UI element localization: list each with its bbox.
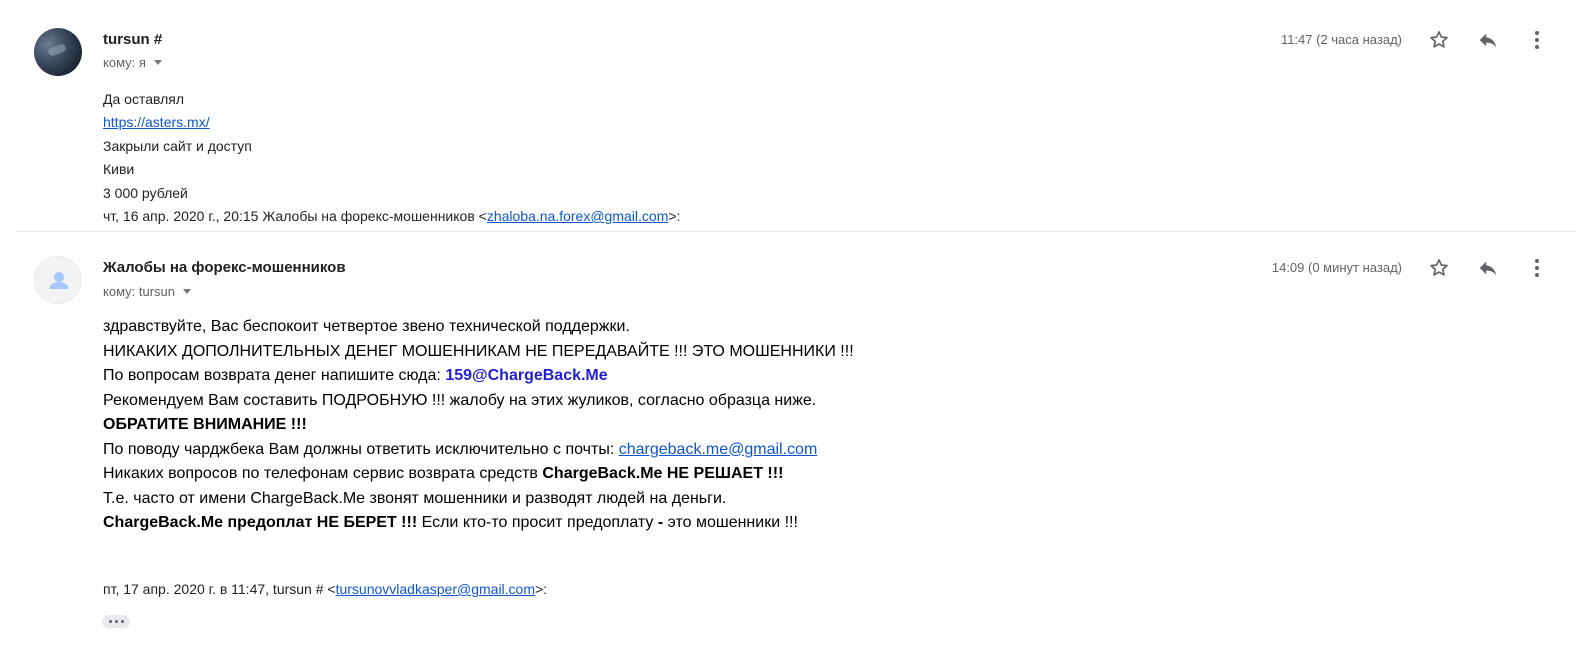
- body-text: это мошенники !!!: [663, 514, 798, 531]
- quote-header: чт, 16 апр. 2020 г., 20:15 Жалобы на фор…: [103, 208, 680, 224]
- avatar-photo-detail: [47, 43, 67, 57]
- sender-avatar[interactable]: [34, 256, 82, 304]
- body-line: По вопросам возврата денег напишите сюда…: [103, 364, 854, 389]
- person-icon: [49, 272, 69, 289]
- body-text: По поводу чарджбека Вам должны ответить …: [103, 440, 619, 458]
- message-body: здравствуйте, Вас беспокоит четвертое зв…: [103, 315, 854, 536]
- body-line: здравствуйте, Вас беспокоит четвертое зв…: [103, 318, 630, 335]
- recipient-dropdown[interactable]: кому: я: [103, 55, 162, 70]
- body-line: Да оставлял: [103, 91, 185, 107]
- more-options-button[interactable]: [1523, 254, 1551, 282]
- star-button[interactable]: [1425, 254, 1453, 282]
- body-line: По поводу чарджбека Вам должны ответить …: [103, 438, 854, 463]
- body-bold-text: ChargeBack.Me предоплат НЕ БЕРЕТ !!!: [103, 514, 418, 531]
- body-line: Никаких вопросов по телефонам сервис воз…: [103, 462, 854, 487]
- reply-icon: [1479, 261, 1497, 276]
- message-time: 14:09 (0 минут назад): [1271, 260, 1402, 275]
- body-line: https://asters.mx/: [103, 111, 252, 134]
- quote-header-prefix: пт, 17 апр. 2020 г. в 11:47, tursun # <: [103, 581, 336, 597]
- quote-header-prefix: чт, 16 апр. 2020 г., 20:15 Жалобы на фор…: [103, 208, 487, 224]
- reply-icon: [1479, 33, 1497, 48]
- reply-button[interactable]: [1474, 254, 1502, 282]
- quote-header-suffix: >:: [668, 208, 681, 224]
- body-bold-text: ChargeBack.Me НЕ РЕШАЕТ !!!: [542, 465, 784, 482]
- show-trimmed-content-icon: [120, 620, 124, 623]
- quote-email-link[interactable]: tursunovvladkasper@gmail.com: [336, 581, 535, 597]
- quote-header: пт, 17 апр. 2020 г. в 11:47, tursun # <t…: [103, 581, 547, 597]
- message-divider: [16, 231, 1576, 232]
- sender-avatar[interactable]: [34, 28, 82, 76]
- show-trimmed-content-button[interactable]: [102, 615, 130, 628]
- body-text: Если кто-то просит предоплату: [417, 514, 658, 531]
- sender-name[interactable]: Жалобы на форекс-мошенников: [103, 259, 346, 276]
- quote-header-suffix: >:: [535, 581, 548, 597]
- star-icon: [1430, 259, 1448, 276]
- recipient-label: кому: tursun: [103, 284, 176, 299]
- show-trimmed-content-icon: [108, 620, 112, 623]
- body-line: НИКАКИХ ДОПОЛНИТЕЛЬНЫХ ДЕНЕГ МОШЕННИКАМ …: [103, 342, 854, 360]
- show-trimmed-content-icon: [114, 620, 118, 623]
- body-line: Рекомендуем Вам составить ПОДРОБНУЮ !!! …: [103, 391, 817, 409]
- body-text: Никаких вопросов по телефонам сервис воз…: [103, 465, 543, 482]
- star-icon: [1430, 31, 1448, 48]
- more-vert-icon: [1535, 31, 1539, 49]
- chevron-down-icon: [153, 60, 162, 65]
- body-line: Закрыли сайт и доступ: [103, 137, 252, 154]
- recipient-dropdown[interactable]: кому: tursun: [103, 284, 192, 299]
- more-options-button[interactable]: [1523, 26, 1551, 54]
- recipient-label: кому: я: [103, 55, 146, 70]
- reply-button[interactable]: [1474, 26, 1502, 54]
- star-button[interactable]: [1425, 26, 1453, 54]
- support-email: 159@ChargeBack.Me: [445, 367, 608, 384]
- message-body: Да оставлял https://asters.mx/ Закрыли с…: [103, 88, 252, 205]
- body-line: Киви: [103, 161, 135, 178]
- sender-name[interactable]: tursun #: [103, 31, 162, 48]
- body-line: Т.е. часто от имени ChargeBack.Me звонят…: [103, 489, 727, 507]
- body-line-attention: ОБРАТИТЕ ВНИМАНИЕ !!!: [103, 416, 307, 433]
- more-vert-icon: [1535, 259, 1539, 277]
- chargeback-email-link[interactable]: chargeback.me@gmail.com: [619, 441, 818, 458]
- body-line: 3 000 рублей: [103, 184, 188, 201]
- message-time: 11:47 (2 часа назад): [1280, 32, 1402, 47]
- body-text: По вопросам возврата денег напишите сюда…: [103, 367, 446, 384]
- body-link[interactable]: https://asters.mx/: [103, 114, 210, 130]
- quote-email-link[interactable]: zhaloba.na.forex@gmail.com: [487, 208, 669, 224]
- body-line: ChargeBack.Me предоплат НЕ БЕРЕТ !!! Есл…: [103, 511, 854, 536]
- chevron-down-icon: [183, 289, 192, 294]
